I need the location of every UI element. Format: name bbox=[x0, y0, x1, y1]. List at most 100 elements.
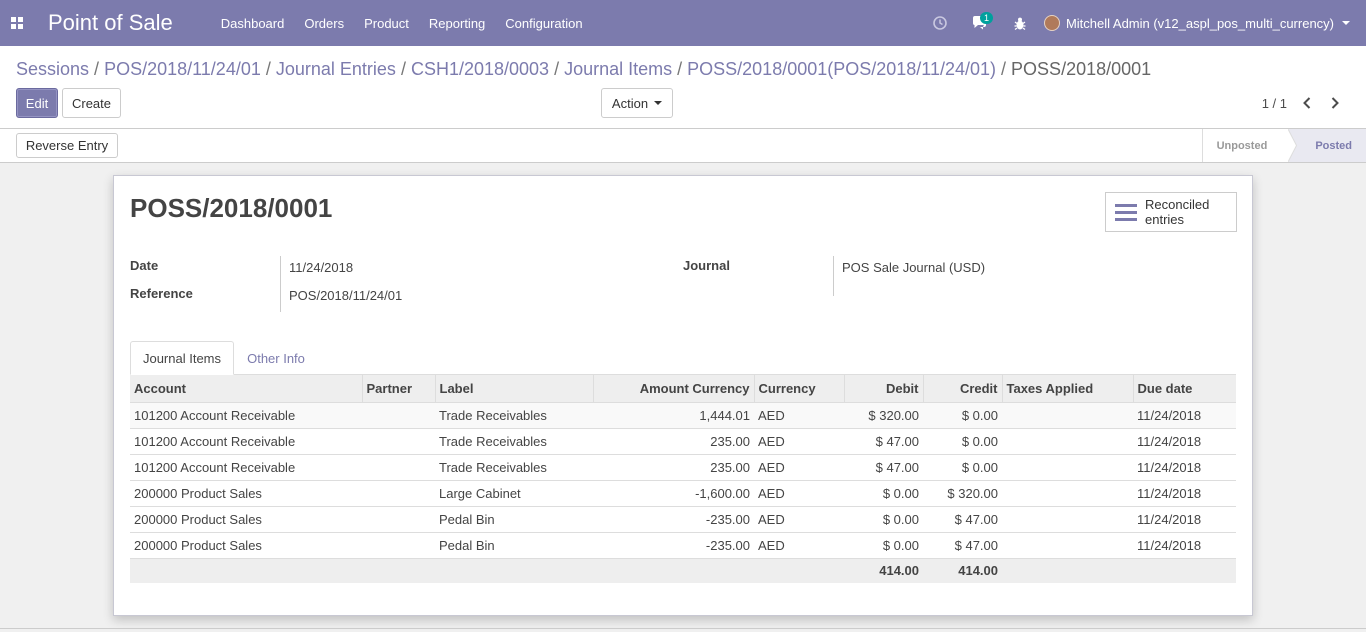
action-label: Action bbox=[611, 95, 649, 111]
cell-amount-currency: 235.00 bbox=[593, 454, 754, 481]
column-header-currency[interactable]: Currency bbox=[753, 375, 844, 403]
app-brand: Point of Sale bbox=[48, 10, 173, 35]
cell-currency: AED bbox=[754, 402, 844, 429]
status-step-posted[interactable]: Posted bbox=[1289, 129, 1366, 162]
table-row[interactable]: 200000 Product Sales Large Cabinet -1,60… bbox=[130, 480, 1236, 507]
column-header-account[interactable]: Account bbox=[130, 375, 362, 403]
column-header-credit[interactable]: Credit bbox=[922, 375, 1002, 403]
reconciled-entries-button[interactable]: Reconciled entries bbox=[1105, 192, 1237, 232]
breadcrumb-separator: / bbox=[554, 59, 560, 79]
cell-taxes-applied bbox=[1002, 480, 1133, 507]
table-row[interactable]: 101200 Account Receivable Trade Receivab… bbox=[130, 402, 1236, 429]
user-menu[interactable]: Mitchell Admin (v12_aspl_pos_multi_curre… bbox=[1043, 15, 1350, 31]
table-row[interactable]: 200000 Product Sales Pedal Bin -235.00 A… bbox=[130, 532, 1236, 559]
breadcrumb-journal-item[interactable]: POSS/2018/0001(POS/2018/11/24/01) bbox=[687, 59, 996, 79]
cell-amount-currency: -235.00 bbox=[593, 532, 754, 559]
cell-due-date: 11/24/2018 bbox=[1133, 428, 1236, 455]
column-header-label[interactable]: Label bbox=[434, 375, 593, 403]
chevron-down-icon bbox=[654, 101, 663, 105]
total-debit: 414.00 bbox=[844, 558, 923, 583]
table-row[interactable]: 200000 Product Sales Pedal Bin -235.00 A… bbox=[130, 506, 1236, 533]
action-dropdown[interactable]: Action bbox=[601, 88, 673, 118]
totals-spacer bbox=[130, 558, 362, 583]
column-header-amount-currency[interactable]: Amount Currency bbox=[592, 375, 754, 403]
breadcrumb-journal-items[interactable]: Journal Items bbox=[564, 59, 672, 79]
chevron-down-icon bbox=[1342, 21, 1350, 25]
breadcrumb-journal-entry[interactable]: CSH1/2018/0003 bbox=[411, 59, 549, 79]
cell-taxes-applied bbox=[1002, 428, 1133, 455]
cell-partner bbox=[362, 402, 435, 429]
date-value: 11/24/2018 bbox=[289, 260, 354, 275]
cell-debit: $ 0.00 bbox=[844, 532, 923, 559]
avatar bbox=[1043, 15, 1060, 31]
cell-currency: AED bbox=[754, 532, 844, 559]
cell-debit: $ 0.00 bbox=[844, 480, 923, 507]
top-navbar: Point of Sale Dashboard Orders Product R… bbox=[0, 0, 1366, 46]
menu-configuration[interactable]: Configuration bbox=[505, 16, 582, 31]
cell-account: 200000 Product Sales bbox=[130, 480, 362, 507]
activity-clock-icon[interactable] bbox=[920, 0, 960, 46]
pager-next-icon[interactable] bbox=[1325, 93, 1345, 113]
table-row[interactable]: 101200 Account Receivable Trade Receivab… bbox=[130, 428, 1236, 455]
cell-account: 200000 Product Sales bbox=[130, 506, 362, 533]
pager-previous-icon[interactable] bbox=[1297, 93, 1317, 113]
breadcrumb-journal-entries[interactable]: Journal Entries bbox=[276, 59, 396, 79]
menu-reporting[interactable]: Reporting bbox=[429, 16, 485, 31]
breadcrumb-session[interactable]: POS/2018/11/24/01 bbox=[104, 59, 261, 79]
reference-value: POS/2018/11/24/01 bbox=[289, 288, 403, 303]
field-divider bbox=[280, 256, 281, 312]
cell-currency: AED bbox=[754, 454, 844, 481]
reconciled-entries-line2: entries bbox=[1145, 212, 1185, 227]
breadcrumb-separator: / bbox=[677, 59, 683, 79]
menu-product[interactable]: Product bbox=[364, 16, 409, 31]
cell-label: Pedal Bin bbox=[435, 532, 593, 559]
breadcrumb-separator: / bbox=[94, 59, 100, 79]
table-row[interactable]: 101200 Account Receivable Trade Receivab… bbox=[130, 454, 1236, 481]
create-button[interactable]: Create bbox=[62, 88, 121, 118]
debug-bug-icon[interactable] bbox=[1000, 0, 1040, 46]
totals-spacer bbox=[593, 558, 754, 583]
cell-amount-currency: -1,600.00 bbox=[593, 480, 754, 507]
cell-amount-currency: 1,444.01 bbox=[593, 402, 754, 429]
cell-credit: $ 47.00 bbox=[923, 506, 1002, 533]
cell-currency: AED bbox=[754, 428, 844, 455]
cell-account: 101200 Account Receivable bbox=[130, 428, 362, 455]
cell-debit: $ 47.00 bbox=[844, 428, 923, 455]
breadcrumb: Sessions / POS/2018/11/24/01/Journal Entri… bbox=[16, 59, 1151, 80]
chat-icon[interactable]: 1 bbox=[960, 0, 1000, 46]
reconciled-entries-label: Reconciled entries bbox=[1145, 197, 1209, 227]
tab-journal-items[interactable]: Journal Items bbox=[130, 341, 234, 375]
field-divider bbox=[833, 256, 834, 296]
menu-dashboard[interactable]: Dashboard bbox=[221, 16, 285, 31]
totals-spacer bbox=[435, 558, 593, 583]
cell-account: 200000 Product Sales bbox=[130, 532, 362, 559]
cell-label: Pedal Bin bbox=[435, 506, 593, 533]
tab-other-info[interactable]: Other Info bbox=[234, 341, 318, 375]
cell-credit: $ 0.00 bbox=[923, 454, 1002, 481]
control-panel: Sessions / POS/2018/11/24/01/Journal Entri… bbox=[0, 46, 1366, 129]
cell-partner bbox=[362, 428, 435, 455]
status-step-posted-label: Posted bbox=[1315, 139, 1352, 152]
cell-partner bbox=[362, 480, 435, 507]
edit-button[interactable]: Edit bbox=[16, 88, 58, 118]
menu-orders[interactable]: Orders bbox=[304, 16, 344, 31]
column-header-debit[interactable]: Debit bbox=[843, 375, 923, 403]
apps-grid-icon[interactable] bbox=[0, 0, 34, 46]
journal-items-table: Account Partner Label Amount Currency Cu… bbox=[130, 375, 1236, 583]
total-credit: 414.00 bbox=[923, 558, 1002, 583]
cell-due-date: 11/24/2018 bbox=[1133, 402, 1236, 429]
table-header-row: Account Partner Label Amount Currency Cu… bbox=[130, 375, 1236, 403]
column-header-partner[interactable]: Partner bbox=[361, 375, 435, 403]
user-name: Mitchell Admin (v12_aspl_pos_multi_curre… bbox=[1065, 15, 1334, 31]
cell-account: 101200 Account Receivable bbox=[130, 402, 362, 429]
column-header-due-date[interactable]: Due date bbox=[1132, 375, 1236, 403]
cell-debit: $ 320.00 bbox=[844, 402, 923, 429]
reverse-entry-button[interactable]: Reverse Entry bbox=[16, 133, 118, 158]
status-step-unposted[interactable]: Unposted bbox=[1201, 129, 1298, 162]
table-totals-row: 414.00 414.00 bbox=[130, 558, 1236, 583]
pager-value[interactable]: 1 / 1 bbox=[1262, 96, 1287, 111]
totals-spacer bbox=[1133, 558, 1236, 583]
column-header-taxes-applied[interactable]: Taxes Applied bbox=[1001, 375, 1133, 403]
breadcrumb-sessions[interactable]: Sessions bbox=[16, 59, 89, 79]
cell-partner bbox=[362, 532, 435, 559]
